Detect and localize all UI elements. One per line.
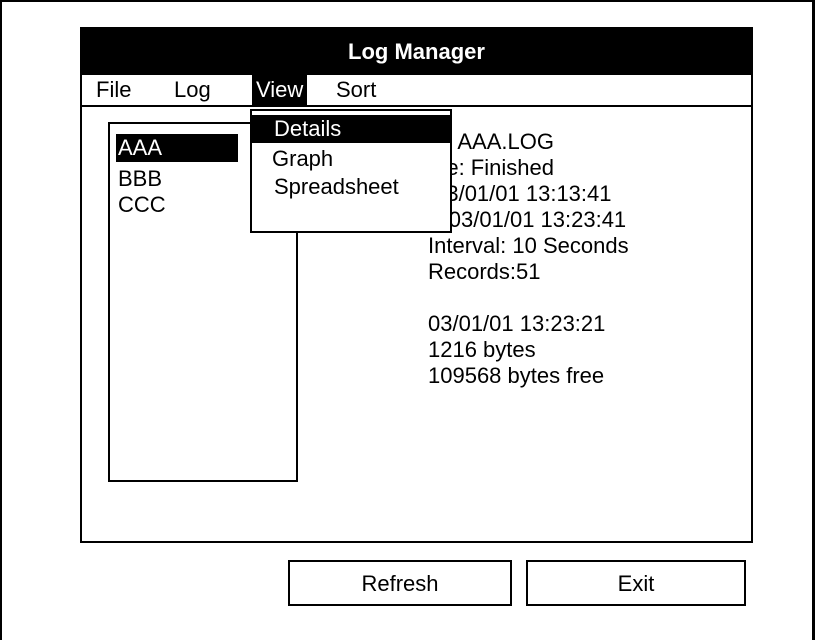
detail-records: Records:51 — [428, 259, 541, 284]
window-title: Log Manager — [82, 29, 751, 75]
detail-end: E:03/01/01 13:23:41 — [428, 207, 627, 232]
detail-state: ate: Finished — [428, 155, 554, 180]
detail-start: :03/01/01 13:13:41 — [428, 181, 612, 206]
menu-bar: File Log View Sort — [82, 75, 751, 107]
list-item-bbb[interactable]: BBB — [116, 165, 238, 193]
refresh-button[interactable]: Refresh — [288, 560, 512, 606]
log-details: fo: AAA.LOG ate: Finished :03/01/01 13:1… — [428, 129, 748, 389]
detail-timestamp: 03/01/01 13:23:21 — [428, 311, 606, 336]
view-menu-graph[interactable]: Graph — [252, 145, 450, 173]
list-item-ccc[interactable]: CCC — [116, 191, 238, 219]
log-manager-window: Log Manager File Log View Sort AAA BBB C… — [80, 27, 753, 543]
view-menu-details[interactable]: Details — [252, 115, 452, 143]
detail-size: 1216 bytes — [428, 337, 536, 362]
detail-spacer — [428, 285, 748, 311]
menu-file[interactable]: File — [92, 75, 135, 105]
menu-sort[interactable]: Sort — [332, 75, 380, 105]
detail-file: fo: AAA.LOG — [428, 129, 554, 154]
menu-view[interactable]: View — [252, 75, 308, 105]
detail-free: 109568 bytes free — [428, 363, 605, 388]
menu-log[interactable]: Log — [170, 75, 215, 105]
view-dropdown-menu: Details Graph Spreadsheet — [250, 109, 452, 233]
list-item-aaa[interactable]: AAA — [116, 134, 238, 162]
view-menu-spreadsheet[interactable]: Spreadsheet — [252, 173, 450, 201]
detail-interval: Interval: 10 Seconds — [428, 233, 629, 258]
exit-button[interactable]: Exit — [526, 560, 746, 606]
